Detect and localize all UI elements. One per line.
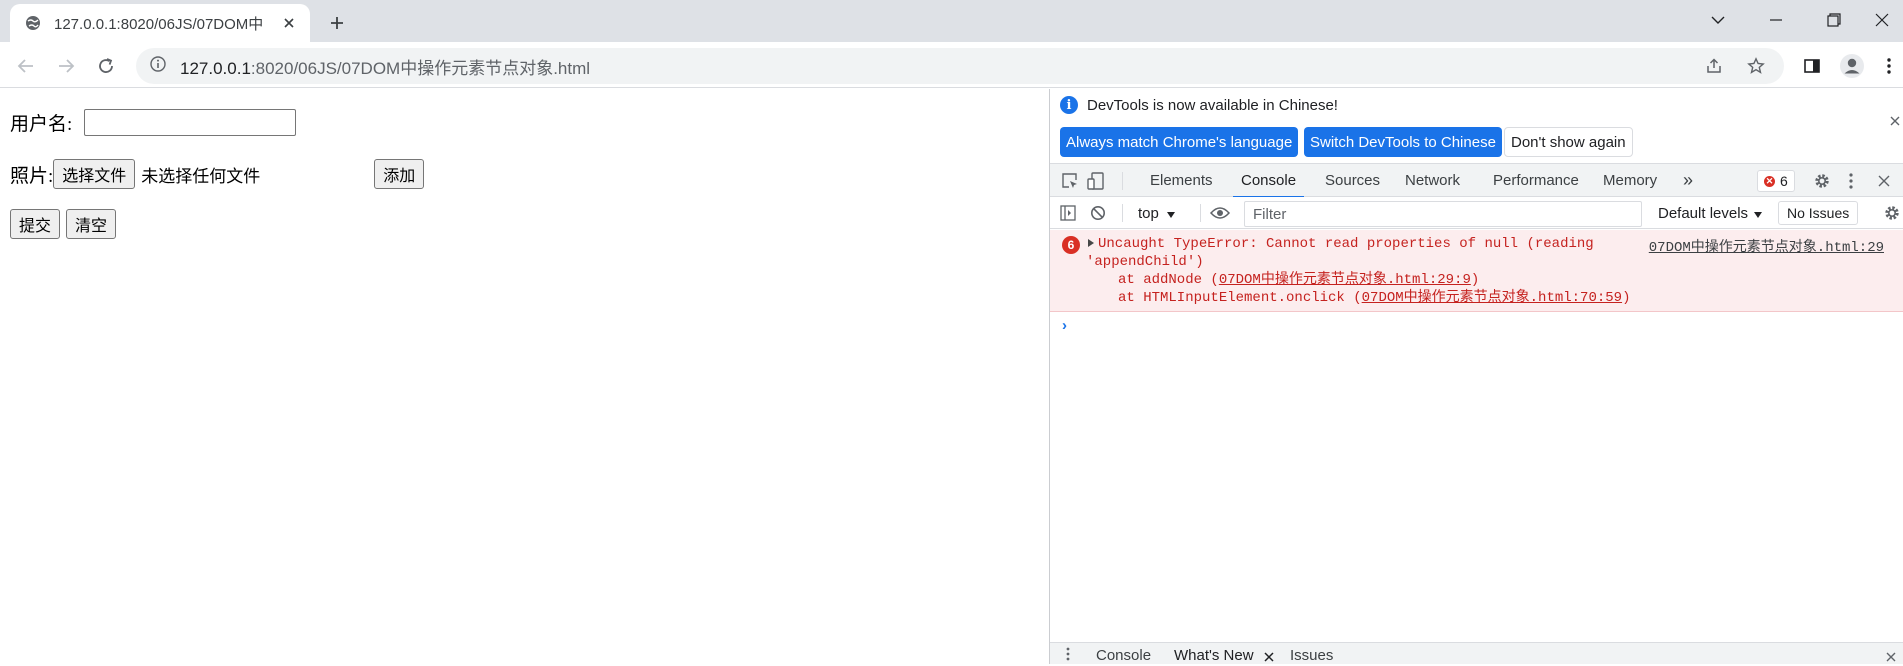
error-icon: ✕ (1764, 175, 1775, 187)
side-panel-icon[interactable] (1798, 52, 1826, 80)
minimize-icon[interactable] (1746, 0, 1806, 40)
back-icon[interactable] (12, 52, 40, 80)
toolbar-divider (1200, 204, 1201, 222)
inspect-element-icon[interactable] (1058, 169, 1082, 193)
context-label: top (1138, 204, 1159, 222)
window-close-icon[interactable] (1860, 0, 1903, 40)
address-bar[interactable]: 127.0.0.1:8020/06JS/07DOM中操作元素节点对象.html (136, 48, 1784, 84)
submit-button[interactable]: 提交 (10, 209, 61, 239)
stack-frame-1: at addNode (07DOM中操作元素节点对象.html:29:9) (1118, 271, 1479, 289)
console-toolbar: top Filter Default levels No Issues (1050, 197, 1903, 229)
chevron-down-icon[interactable] (1688, 0, 1748, 40)
reload-icon[interactable] (92, 52, 120, 80)
add-button[interactable]: 添加 (374, 159, 425, 189)
devtools-tab-bar: Elements Console Sources Network Perform… (1050, 163, 1903, 198)
drawer-menu-icon[interactable] (1066, 647, 1070, 665)
context-selector[interactable]: top (1138, 201, 1175, 225)
expand-triangle-icon[interactable] (1088, 239, 1094, 247)
clear-button[interactable]: 清空 (66, 209, 117, 239)
language-infobar: i DevTools is now available in Chinese! … (1050, 89, 1903, 163)
drawer-tab-whats-new[interactable]: What's New (1174, 647, 1254, 664)
stack-frame-2-prefix: at HTMLInputElement.onclick ( (1118, 290, 1362, 306)
forward-icon[interactable] (52, 52, 80, 80)
no-file-text: 未选择任何文件 (141, 166, 261, 186)
eye-icon[interactable] (1208, 201, 1232, 225)
error-text-line1: Uncaught TypeError: Cannot read properti… (1098, 236, 1594, 252)
info-icon[interactable] (150, 56, 166, 76)
tab-performance[interactable]: Performance (1493, 164, 1579, 197)
form-actions: 提交 清空 (10, 209, 117, 239)
clear-console-icon[interactable] (1086, 201, 1110, 225)
url-text: 127.0.0.1:8020/06JS/07DOM中操作元素节点对象.html (180, 54, 590, 79)
stack-frame-2-suffix: ) (1622, 290, 1631, 306)
issues-button[interactable]: No Issues (1778, 201, 1859, 225)
url-host: 127.0.0.1 (180, 58, 251, 78)
caret-down-icon (1166, 205, 1175, 222)
photo-row: 照片: 选择文件 未选择任何文件 添加 (10, 159, 425, 189)
browser-tab[interactable]: 127.0.0.1:8020/06JS/07DOM中 (10, 4, 310, 42)
username-input[interactable] (84, 109, 297, 136)
stack-frame-1-prefix: at addNode ( (1118, 272, 1219, 288)
share-icon[interactable] (1702, 54, 1726, 78)
restore-icon[interactable] (1804, 0, 1864, 40)
tab-title: 127.0.0.1:8020/06JS/07DOM中 (54, 15, 264, 33)
drawer-tab-issues[interactable]: Issues (1290, 647, 1333, 664)
device-toolbar-icon[interactable] (1084, 169, 1108, 193)
username-label: 用户名: (10, 114, 73, 135)
page-content: 用户名: 照片: 选择文件 未选择任何文件 添加 提交 清空 (0, 89, 1049, 664)
dont-show-again-button[interactable]: Don't show again (1504, 127, 1633, 157)
error-count: 6 (1780, 173, 1788, 189)
stack-frame-1-link[interactable]: 07DOM中操作元素节点对象.html:29:9 (1219, 272, 1471, 288)
switch-to-chinese-button[interactable]: Switch DevTools to Chinese (1304, 127, 1502, 157)
username-row: 用户名: (10, 109, 297, 136)
plus-icon[interactable] (324, 10, 350, 36)
toolbar-divider (1122, 204, 1123, 222)
photo-label: 照片: (10, 165, 54, 187)
choose-file-button[interactable]: 选择文件 (53, 159, 136, 189)
filter-placeholder: Filter (1253, 205, 1287, 223)
stack-frame-2: at HTMLInputElement.onclick (07DOM中操作元素节… (1118, 289, 1630, 307)
error-text-line2: 'appendChild') (1086, 254, 1204, 270)
error-repeat-count: 6 (1062, 236, 1080, 254)
tab-strip: 127.0.0.1:8020/06JS/07DOM中 (0, 0, 1903, 42)
drawer-tab-console[interactable]: Console (1096, 647, 1151, 664)
log-levels-dropdown[interactable]: Default levels (1658, 201, 1763, 225)
tab-elements[interactable]: Elements (1150, 164, 1213, 197)
error-source-link[interactable]: 07DOM中操作元素节点对象.html:29 (1649, 236, 1884, 256)
console-prompt[interactable]: › (1062, 317, 1067, 334)
bookmark-star-icon[interactable] (1744, 54, 1768, 78)
match-language-button[interactable]: Always match Chrome's language (1060, 127, 1299, 157)
kebab-menu-icon[interactable] (1875, 52, 1903, 80)
info-icon: i (1060, 96, 1078, 114)
profile-avatar-icon[interactable] (1838, 52, 1866, 80)
infobar-message: DevTools is now available in Chinese! (1087, 96, 1338, 114)
console-error-message[interactable]: 6 Uncaught TypeError: Cannot read proper… (1050, 230, 1903, 312)
tab-console[interactable]: Console (1232, 164, 1305, 198)
tab-sources[interactable]: Sources (1325, 164, 1380, 197)
caret-down-icon (1754, 205, 1763, 222)
tab-memory[interactable]: Memory (1603, 164, 1657, 197)
globe-icon (24, 14, 42, 32)
error-count-badge[interactable]: ✕ 6 (1757, 170, 1795, 192)
tab-close-icon[interactable] (280, 14, 298, 32)
devtools-drawer-tabs: Console What's New Issues (1050, 642, 1903, 664)
more-tabs-icon[interactable]: » (1683, 164, 1693, 197)
toolbar-divider (1122, 172, 1123, 190)
drawer-tab-close-icon[interactable] (1264, 649, 1274, 666)
settings-gear-icon[interactable] (1810, 169, 1834, 193)
tab-network[interactable]: Network (1405, 164, 1460, 197)
browser-toolbar: 127.0.0.1:8020/06JS/07DOM中操作元素节点对象.html (0, 42, 1903, 88)
levels-label: Default levels (1658, 204, 1749, 222)
infobar-close-icon[interactable] (1890, 113, 1900, 131)
stack-frame-2-link[interactable]: 07DOM中操作元素节点对象.html:70:59 (1362, 290, 1622, 306)
stack-frame-1-suffix: ) (1470, 272, 1480, 288)
drawer-close-icon[interactable] (1886, 649, 1896, 666)
devtools-close-icon[interactable] (1872, 169, 1896, 193)
devtools-menu-icon[interactable] (1839, 169, 1863, 193)
url-path: :8020/06JS/07DOM中操作元素节点对象.html (250, 58, 591, 78)
console-settings-gear-icon[interactable] (1880, 201, 1903, 225)
sidebar-toggle-icon[interactable] (1056, 201, 1080, 225)
console-filter-input[interactable]: Filter (1244, 201, 1642, 227)
devtools-panel: i DevTools is now available in Chinese! … (1049, 89, 1903, 664)
